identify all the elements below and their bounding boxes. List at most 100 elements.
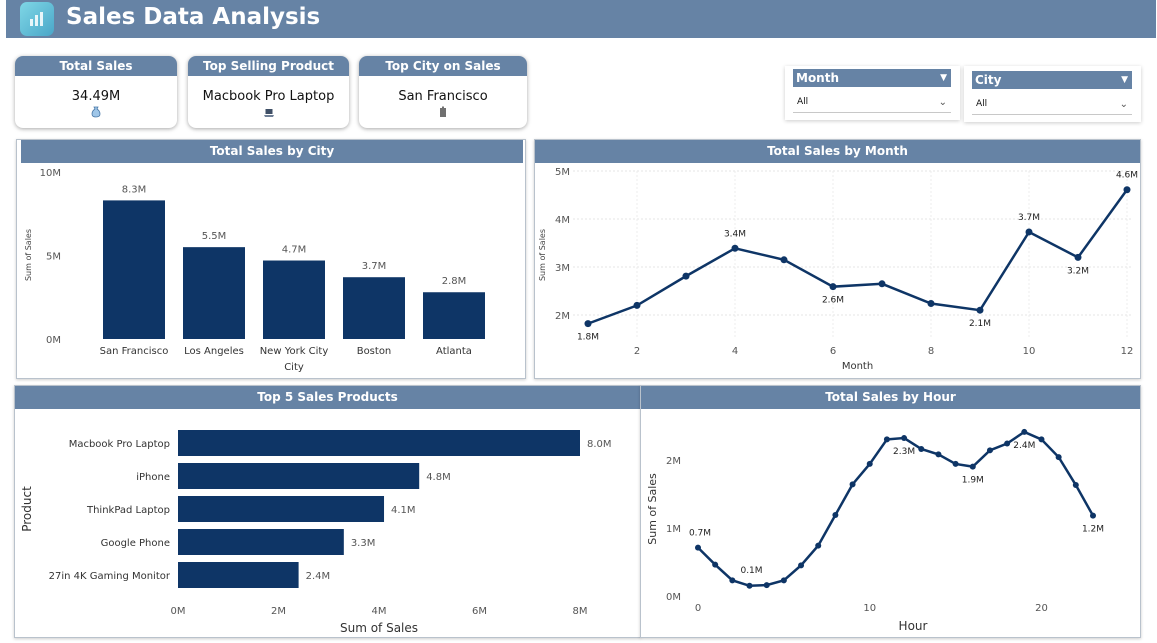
data-label: 4.7M <box>282 245 307 256</box>
x-tick-label: 6 <box>830 346 836 357</box>
data-point <box>952 460 959 467</box>
data-label: 8.3M <box>122 184 147 195</box>
kpi-title: Total Sales <box>15 56 177 76</box>
x-axis-label: Hour <box>899 619 928 633</box>
x-tick-label: New York City <box>260 346 329 357</box>
y-axis-label: Product <box>20 486 34 532</box>
products-bar-chart: Macbook Pro Laptop 8.0M iPhone 4.8M ThinkPad… <box>20 430 612 635</box>
analytics-logo-icon <box>20 2 54 36</box>
y-tick-label: 2M <box>666 456 681 467</box>
month-dropdown[interactable]: All ⌄ <box>793 92 951 113</box>
y-tick-label: 5M <box>555 167 570 178</box>
chevron-down-icon[interactable]: ▼ <box>1121 71 1128 89</box>
kpi-value: San Francisco <box>398 89 488 104</box>
bar <box>343 277 405 339</box>
data-label: 3.2M <box>1067 266 1089 276</box>
x-tick-label: 4M <box>372 606 387 617</box>
city-slicer-label: City <box>975 73 1002 87</box>
x-tick-label: Boston <box>357 346 392 357</box>
x-axis-label: City <box>284 362 304 373</box>
x-tick-label: 2M <box>271 606 286 617</box>
x-tick-label: 6M <box>472 606 487 617</box>
products-chart-panel: Top 5 Sales Products Macbook Pro Laptop 8… <box>14 385 641 638</box>
x-tick-label: 2 <box>634 346 640 357</box>
data-point <box>1123 186 1131 194</box>
data-point <box>584 320 592 328</box>
y-axis-label: Sum of Sales <box>646 473 659 545</box>
data-point <box>883 436 890 443</box>
city-slicer: City ▼ All ⌄ <box>964 66 1141 122</box>
data-point <box>695 544 701 551</box>
x-tick-label: 0 <box>695 603 701 614</box>
data-label: 2.3M <box>893 447 915 457</box>
data-label: 2.6M <box>822 296 844 306</box>
bar <box>178 463 420 489</box>
data-label: 2.8M <box>442 276 467 287</box>
data-point <box>1038 436 1045 443</box>
y-tick-label: 1M <box>666 524 681 535</box>
data-point <box>927 299 935 307</box>
data-label: 5.5M <box>202 231 227 242</box>
data-label: 0.1M <box>740 566 762 576</box>
data-point <box>935 451 942 458</box>
kpi-title: Top City on Sales <box>359 56 527 76</box>
x-tick-label: 8 <box>928 346 934 357</box>
city-dropdown[interactable]: All ⌄ <box>972 94 1132 115</box>
data-label: 3.3M <box>351 538 376 549</box>
month-line-chart: 2M 3M 4M 5M 2 4 6 8 10 12 Sum of Sales Month 1.8M 3.4… <box>538 167 1138 372</box>
y-tick-label: 3M <box>555 263 570 274</box>
data-point <box>633 301 641 309</box>
x-tick-label: San Francisco <box>100 346 169 357</box>
month-slicer-label: Month <box>796 71 840 85</box>
chart-title: Total Sales by Hour <box>641 386 1140 409</box>
data-point <box>798 562 805 569</box>
x-tick-label: Los Angeles <box>184 346 244 357</box>
bar <box>183 247 245 339</box>
x-tick-label: Atlanta <box>436 346 472 357</box>
data-point <box>1074 253 1082 261</box>
data-label: 4.6M <box>1116 171 1138 181</box>
chevron-down-icon: ⌄ <box>938 97 947 108</box>
y-tick-label: Macbook Pro Laptop <box>69 439 170 450</box>
data-label: 3.7M <box>362 261 387 272</box>
y-tick-label: 0M <box>46 335 61 346</box>
data-point <box>901 435 908 442</box>
series-line <box>587 188 1129 325</box>
month-chart-panel: Total Sales by Month 2M 3M 4M 5M 2 4 6 8 10 12 Sum… <box>534 139 1141 379</box>
kpi-value: Macbook Pro Laptop <box>202 89 335 104</box>
x-tick-label: 4 <box>732 346 738 357</box>
data-point <box>1090 512 1096 519</box>
data-label: 3.7M <box>1018 213 1040 223</box>
data-point <box>969 463 976 470</box>
x-tick-label: 0M <box>171 606 186 617</box>
data-label: 2.4M <box>1013 441 1035 451</box>
money-bag-icon <box>91 103 101 122</box>
data-point <box>832 511 839 518</box>
data-point <box>1025 228 1033 236</box>
data-label: 1.9M <box>962 476 984 486</box>
bar <box>263 260 325 339</box>
y-tick-label: 0M <box>666 592 681 603</box>
y-axis-label: Sum of Sales <box>24 229 33 281</box>
data-point <box>866 460 873 467</box>
data-label: 8.0M <box>587 439 612 450</box>
data-label: 2.4M <box>306 571 331 582</box>
hour-chart-panel: Total Sales by Hour 0M 1M 2M 0 10 20 Sum of Sa… <box>640 385 1141 638</box>
y-tick-label: 5M <box>46 252 61 263</box>
month-dropdown-value: All <box>797 97 809 107</box>
kpi-card-top-product: Top Selling Product Macbook Pro Laptop <box>188 56 349 128</box>
month-slicer: Month ▼ All ⌄ <box>785 66 960 120</box>
city-bar-chart: 0M 5M 10M Sum of Sales 8.3M San Francisco 5.5M… <box>24 168 485 373</box>
data-point <box>878 280 886 288</box>
kpi-value: 34.49M <box>71 89 121 104</box>
bar <box>178 496 385 522</box>
city-dropdown-value: All <box>976 99 988 109</box>
city-slicer-header: City ▼ <box>972 71 1132 89</box>
bar <box>178 529 344 555</box>
bar <box>103 200 165 339</box>
data-label: 4.8M <box>426 472 451 483</box>
chart-title: Total Sales by City <box>21 140 523 163</box>
y-tick-label: 27in 4K Gaming Monitor <box>49 571 171 582</box>
chevron-down-icon[interactable]: ▼ <box>940 69 947 87</box>
kpi-card-total-sales: Total Sales 34.49M <box>15 56 177 128</box>
